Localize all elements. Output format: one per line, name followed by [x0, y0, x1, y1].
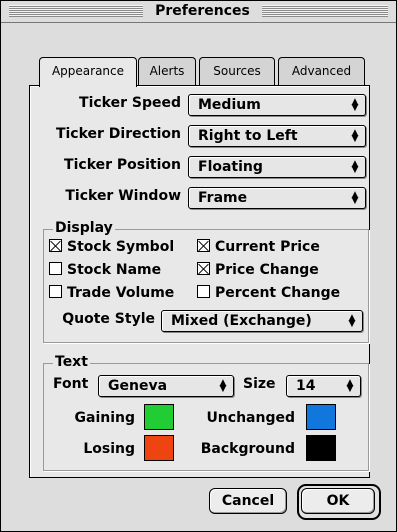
popup-arrows-icon: ▲ ▼: [346, 378, 354, 394]
checkbox-unchecked-icon: [49, 285, 62, 298]
tab-appearance[interactable]: Appearance: [39, 57, 137, 87]
popup-arrows-icon: ▲ ▼: [351, 97, 359, 113]
popup-arrows-icon: ▲ ▼: [351, 128, 359, 144]
font-popup[interactable]: Geneva ▲ ▼: [98, 375, 234, 397]
unchanged-label: Unchanged: [206, 410, 295, 426]
ticker-direction-value: Right to Left: [198, 128, 298, 144]
ticker-direction-label: Ticker Direction: [55, 126, 181, 142]
ticker-speed-popup[interactable]: Medium ▲ ▼: [188, 94, 366, 116]
popup-arrows-icon: ▲ ▼: [219, 378, 227, 394]
size-label: Size: [243, 376, 276, 392]
checkbox-percent-change[interactable]: Percent Change: [197, 285, 340, 302]
ticker-position-label: Ticker Position: [64, 157, 181, 173]
ticker-speed-label: Ticker Speed: [79, 95, 181, 111]
background-label: Background: [200, 441, 295, 457]
background-color-swatch[interactable]: [306, 435, 336, 461]
tab-sources[interactable]: Sources: [199, 57, 275, 86]
tab-alerts[interactable]: Alerts: [138, 57, 196, 86]
checkbox-current-price[interactable]: Current Price: [197, 239, 320, 256]
checkbox-trade-volume[interactable]: Trade Volume: [49, 285, 174, 302]
font-label: Font: [53, 376, 89, 392]
checkbox-checked-icon: [197, 239, 210, 252]
ticker-direction-popup[interactable]: Right to Left ▲ ▼: [188, 125, 366, 147]
checkbox-unchecked-icon: [49, 262, 62, 275]
ticker-position-popup[interactable]: Floating ▲ ▼: [188, 156, 366, 178]
losing-color-swatch[interactable]: [144, 435, 174, 461]
title-stripes-right: [262, 5, 388, 17]
ticker-window-popup[interactable]: Frame ▲ ▼: [188, 187, 366, 209]
window-title: Preferences: [155, 3, 250, 19]
quote-style-popup[interactable]: Mixed (Exchange) ▲ ▼: [161, 310, 363, 332]
checkbox-stock-name[interactable]: Stock Name: [49, 262, 161, 279]
quote-style-label: Quote Style: [62, 311, 155, 327]
unchanged-color-swatch[interactable]: [306, 404, 336, 430]
text-group-title: Text: [53, 354, 90, 370]
title-bar[interactable]: Preferences: [1, 1, 396, 23]
popup-arrows-icon: ▲ ▼: [351, 190, 359, 206]
losing-label: Losing: [83, 441, 135, 457]
checkbox-checked-icon: [49, 239, 62, 252]
gaining-color-swatch[interactable]: [144, 404, 174, 430]
checkbox-unchecked-icon: [197, 285, 210, 298]
ticker-speed-value: Medium: [198, 97, 261, 113]
popup-arrows-icon: ▲ ▼: [351, 159, 359, 175]
preferences-window: Preferences Appearance Alerts Sources Ad…: [0, 0, 397, 532]
ticker-position-value: Floating: [198, 159, 263, 175]
checkbox-stock-symbol[interactable]: Stock Symbol: [49, 239, 174, 256]
ticker-window-value: Frame: [198, 190, 248, 206]
size-value: 14: [296, 378, 316, 394]
ok-button[interactable]: OK: [301, 488, 375, 514]
quote-style-value: Mixed (Exchange): [171, 313, 312, 329]
tab-advanced[interactable]: Advanced: [278, 57, 365, 86]
cancel-button[interactable]: Cancel: [209, 488, 287, 514]
popup-arrows-icon: ▲ ▼: [348, 313, 356, 329]
display-group-title: Display: [53, 220, 115, 236]
gaining-label: Gaining: [74, 410, 136, 426]
title-stripes-left: [9, 5, 143, 17]
checkbox-price-change[interactable]: Price Change: [197, 262, 319, 279]
size-popup[interactable]: 14 ▲ ▼: [286, 375, 361, 397]
font-value: Geneva: [108, 378, 168, 394]
checkbox-checked-icon: [197, 262, 210, 275]
ticker-window-label: Ticker Window: [65, 188, 181, 204]
